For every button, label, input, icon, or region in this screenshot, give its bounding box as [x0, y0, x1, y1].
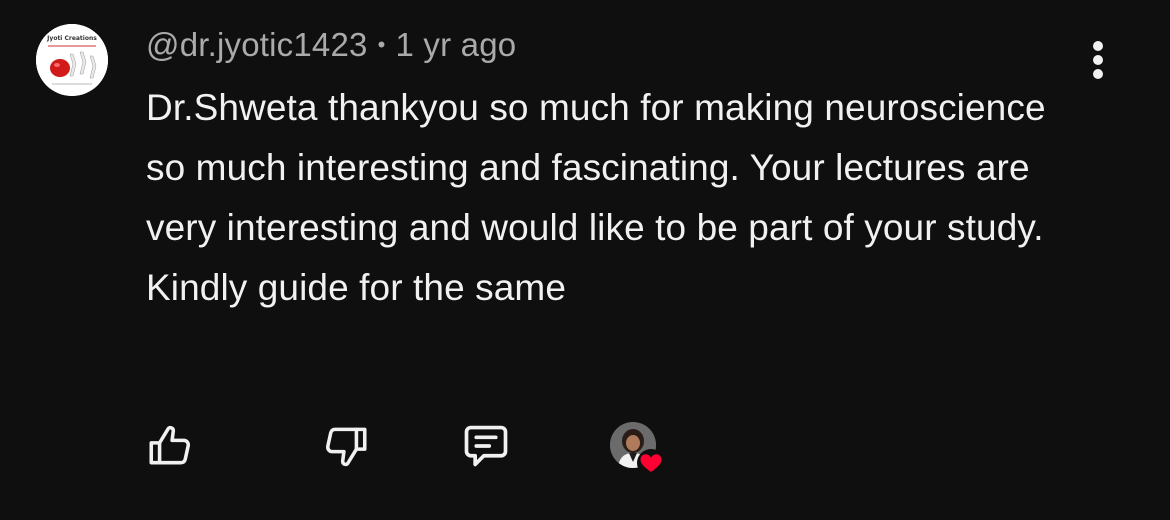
comment-text: Dr.Shweta thankyou so much for making ne… [146, 87, 1046, 308]
dislike-button[interactable] [316, 416, 376, 476]
comment-thread: Jyoti Creations @dr.jyotic1423 • 1 yr ago … [0, 0, 1170, 520]
more-vertical-icon [1093, 41, 1103, 79]
author-handle[interactable]: @dr.jyotic1423 [146, 26, 368, 63]
thumbs-down-icon [325, 427, 367, 467]
thumbs-up-icon [149, 425, 191, 465]
heart-icon [637, 449, 665, 477]
more-options-button[interactable] [1078, 36, 1118, 84]
reply-comment-icon [464, 425, 508, 467]
reply-button[interactable] [456, 416, 516, 476]
svg-text:Jyoti Creations: Jyoti Creations [46, 35, 97, 42]
meta-separator: • [377, 32, 386, 57]
author-avatar[interactable]: Jyoti Creations [36, 24, 108, 96]
creator-heart-badge [606, 420, 668, 480]
like-button[interactable] [140, 416, 200, 476]
comment-meta: @dr.jyotic1423 • 1 yr ago [146, 26, 516, 64]
comment-timestamp[interactable]: 1 yr ago [396, 26, 517, 63]
avatar-image: Jyoti Creations [36, 24, 108, 96]
